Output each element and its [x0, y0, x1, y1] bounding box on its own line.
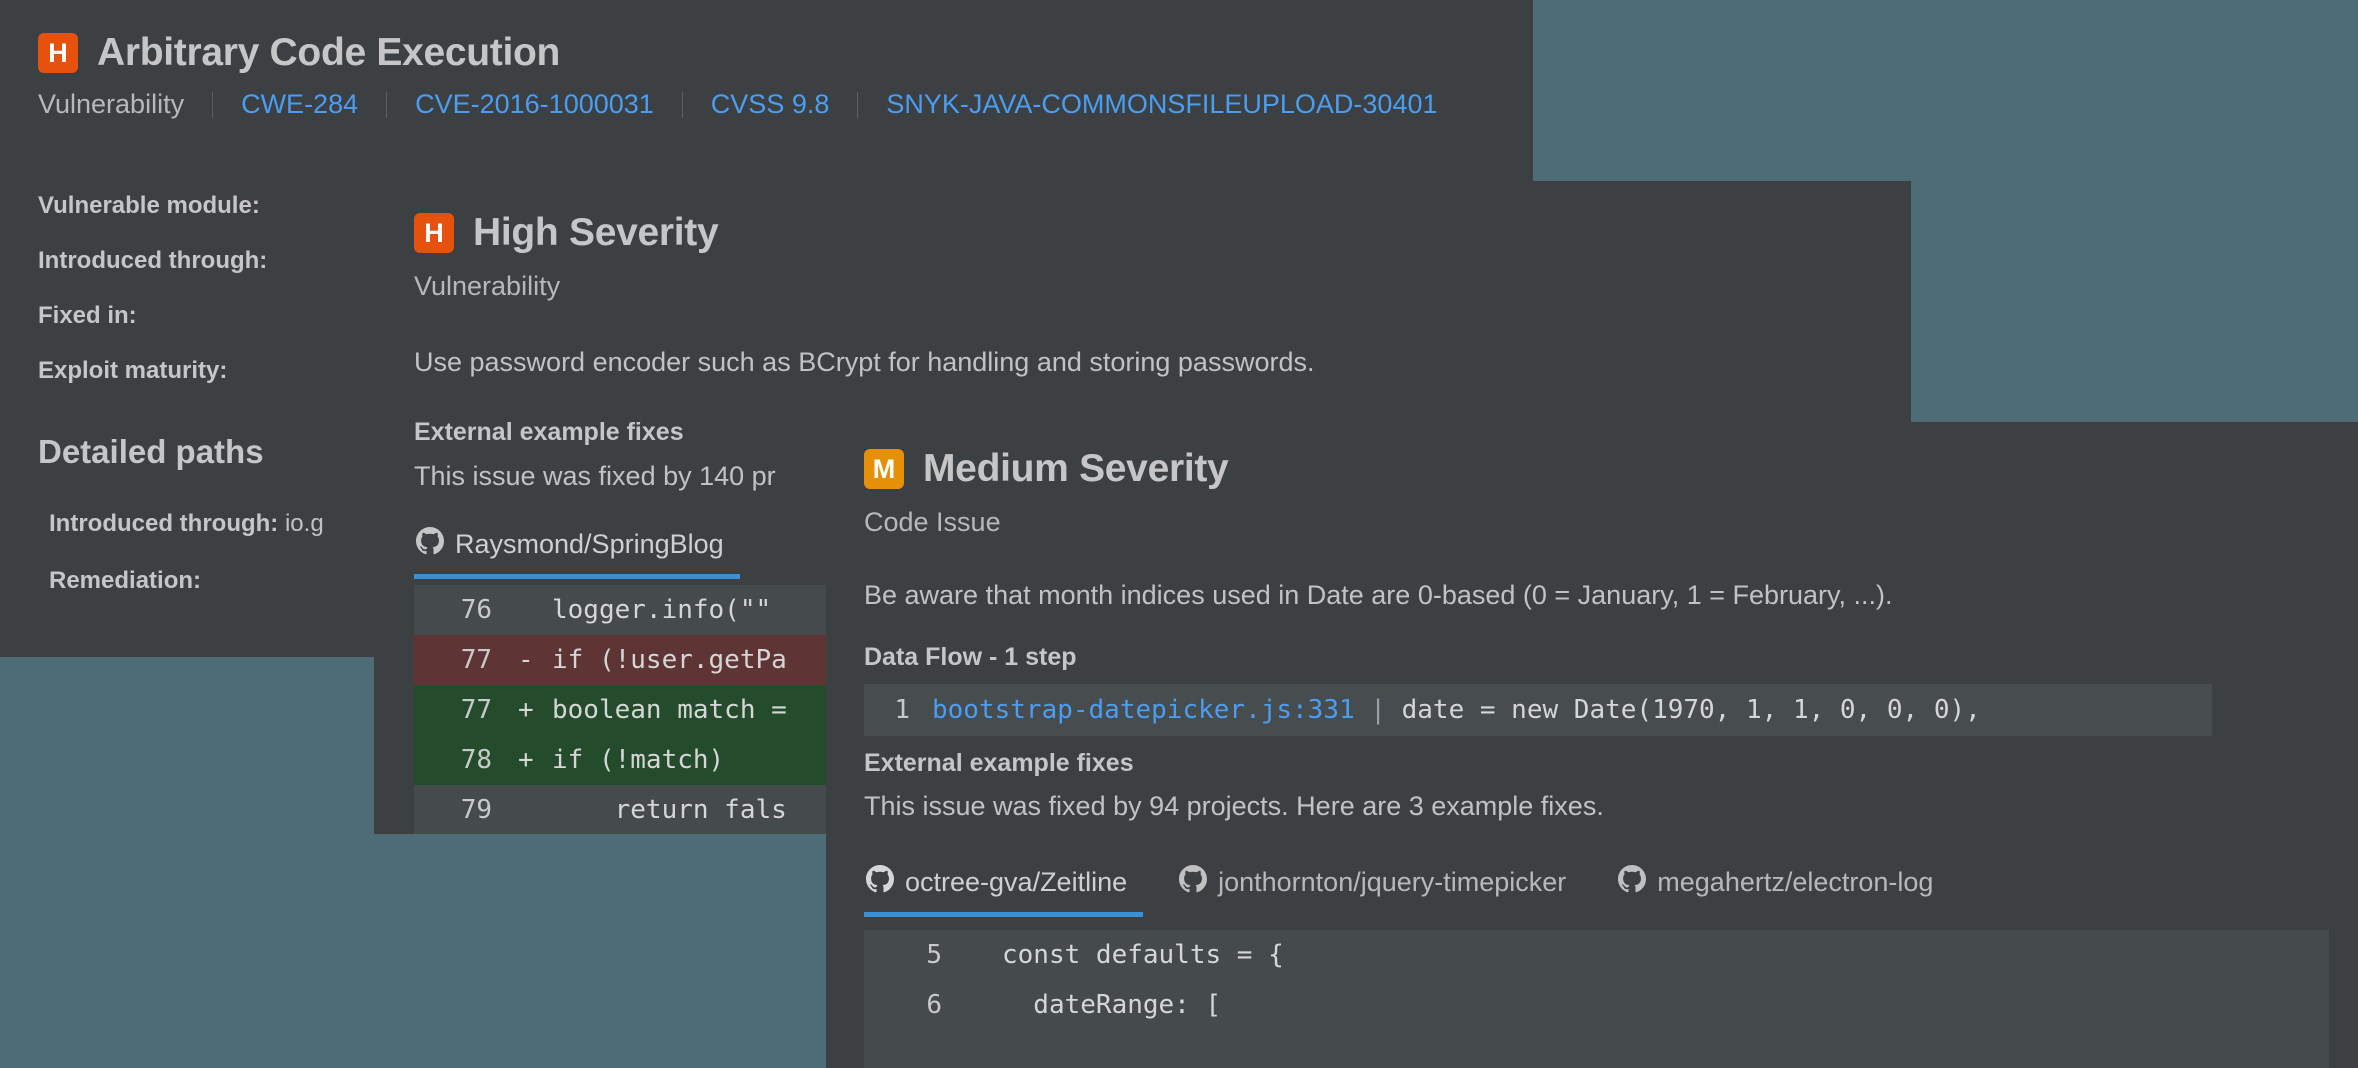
field-introduced-through-label: Introduced through:	[38, 247, 268, 274]
field-fixed-in-label: Fixed in:	[38, 302, 137, 329]
snyk-id-link[interactable]: SNYK-JAVA-COMMONSFILEUPLOAD-30401	[858, 89, 1465, 120]
code-line-number: 6	[926, 990, 942, 1020]
high-severity-badge-icon: H	[38, 33, 78, 73]
field-exploit-maturity-label: Exploit maturity:	[38, 357, 228, 384]
high-severity-title-row: H High Severity	[414, 211, 719, 255]
code-line-number: 78	[460, 745, 492, 775]
github-icon	[1618, 865, 1647, 900]
medium-repo-tab-list: octree-gva/Zeitline jonthornton/jquery-t…	[864, 859, 1983, 917]
high-severity-subtitle: Vulnerability	[414, 271, 561, 301]
medium-external-fixes-heading: External example fixes	[864, 749, 1134, 777]
code-line-text: logger.info(""	[552, 595, 787, 625]
high-external-fixes-heading: External example fixes	[414, 418, 684, 446]
vulnerability-meta-row: Vulnerability CWE-284 CVE-2016-1000031 C…	[38, 89, 1466, 120]
medium-external-fixes-section: External example fixes This issue was fi…	[864, 749, 1604, 824]
detailed-path-value: io.g	[284, 510, 324, 537]
code-line-text: dateRange: [	[1002, 990, 1222, 1020]
medium-severity-badge-icon: M	[864, 449, 904, 489]
github-icon	[1179, 865, 1208, 900]
high-severity-header: H High Severity Vulnerability	[414, 211, 719, 302]
cve-link[interactable]: CVE-2016-1000031	[387, 89, 682, 120]
medium-code-block[interactable]: 5 const defaults = { 6 dateRange: [	[864, 930, 2329, 1068]
detailed-path-label: Remediation:	[49, 567, 202, 594]
code-line-number: 5	[926, 940, 942, 970]
medium-severity-description: Be aware that month indices used in Date…	[864, 580, 1893, 610]
detailed-paths-section: Detailed paths Introduced through: io.g …	[38, 433, 324, 595]
code-line-text: boolean match =	[552, 695, 787, 725]
detailed-path-remediation: Remediation:	[49, 567, 324, 595]
code-line-sign: +	[518, 745, 534, 775]
code-line-text: const defaults = {	[1002, 940, 1284, 970]
data-flow-location-link[interactable]: bootstrap-datepicker.js:331	[932, 695, 1355, 725]
code-line: 6 dateRange: [	[864, 980, 2329, 1030]
medium-external-fixes-summary: This issue was fixed by 94 projects. Her…	[864, 791, 1604, 821]
high-severity-title: High Severity	[473, 211, 719, 254]
vulnerability-type-label: Vulnerability	[38, 89, 185, 119]
repo-tab-label: Raysmond/SpringBlog	[455, 529, 724, 559]
code-line-number: 76	[460, 595, 492, 625]
cvss-link[interactable]: CVSS 9.8	[683, 89, 858, 120]
field-vulnerable-module-label: Vulnerable module:	[38, 192, 260, 219]
cwe-link[interactable]: CWE-284	[213, 89, 386, 120]
vulnerability-fields: Vulnerable module: Introduced through: F…	[38, 192, 267, 385]
high-severity-description: Use password encoder such as BCrypt for …	[414, 347, 1315, 377]
data-flow-code: date = new Date(1970, 1, 1, 0, 0, 0),	[1401, 695, 1981, 725]
data-flow-section: Data Flow - 1 step	[864, 643, 1077, 672]
medium-severity-title-row: M Medium Severity	[864, 447, 1229, 491]
medium-severity-subtitle: Code Issue	[864, 507, 1001, 537]
code-line-number: 77	[460, 645, 492, 675]
detailed-path-introduced-through: Introduced through: io.g	[49, 510, 324, 538]
medium-severity-header: M Medium Severity Code Issue	[864, 447, 1229, 538]
medium-severity-title: Medium Severity	[923, 447, 1229, 490]
repo-tab-octree-gva-zeitline[interactable]: octree-gva/Zeitline	[864, 859, 1144, 917]
high-external-fixes-section: External example fixes This issue was fi…	[414, 418, 776, 494]
detailed-path-label: Introduced through:	[49, 510, 279, 537]
code-line-number: 77	[460, 695, 492, 725]
medium-severity-panel: M Medium Severity Code Issue Be aware th…	[826, 422, 2358, 1068]
code-line: 5 const defaults = {	[864, 930, 2329, 980]
high-external-fixes-summary: This issue was fixed by 140 pr	[414, 461, 776, 491]
desktop: H Arbitrary Code Execution Vulnerability…	[0, 0, 2358, 1068]
repo-tab-raysmond-springblog[interactable]: Raysmond/SpringBlog	[414, 521, 740, 579]
repo-tab-label: megahertz/electron-log	[1657, 867, 1934, 897]
code-line-sign: -	[518, 645, 534, 675]
data-flow-step-number: 1	[894, 695, 910, 725]
github-icon	[416, 527, 444, 562]
detailed-paths-heading: Detailed paths	[38, 433, 264, 470]
code-line-text: return fals	[552, 795, 787, 825]
vulnerability-header: H Arbitrary Code Execution Vulnerability…	[38, 31, 1466, 120]
github-icon	[866, 865, 894, 900]
data-flow-step-row[interactable]: 1 bootstrap-datepicker.js:331 | date = n…	[864, 684, 2212, 736]
code-line-number: 79	[460, 795, 492, 825]
repo-tab-jonthornton-jquery-timepicker[interactable]: jonthornton/jquery-timepicker	[1177, 859, 1582, 917]
code-line-text: if (!match)	[552, 745, 725, 775]
code-line-sign: +	[518, 695, 534, 725]
repo-tab-label: jonthornton/jquery-timepicker	[1218, 867, 1567, 897]
data-flow-heading: Data Flow - 1 step	[864, 643, 1077, 671]
vulnerability-title-row: H Arbitrary Code Execution	[38, 31, 1466, 75]
repo-tab-label: octree-gva/Zeitline	[905, 867, 1128, 897]
data-flow-separator: |	[1354, 695, 1402, 725]
code-line-text: if (!user.getPa	[552, 645, 787, 675]
high-severity-badge-icon: H	[414, 213, 454, 253]
high-repo-tab-list: Raysmond/SpringBlog	[414, 521, 774, 579]
repo-tab-megahertz-electron-log[interactable]: megahertz/electron-log	[1616, 859, 1949, 917]
page-title: Arbitrary Code Execution	[97, 31, 561, 74]
